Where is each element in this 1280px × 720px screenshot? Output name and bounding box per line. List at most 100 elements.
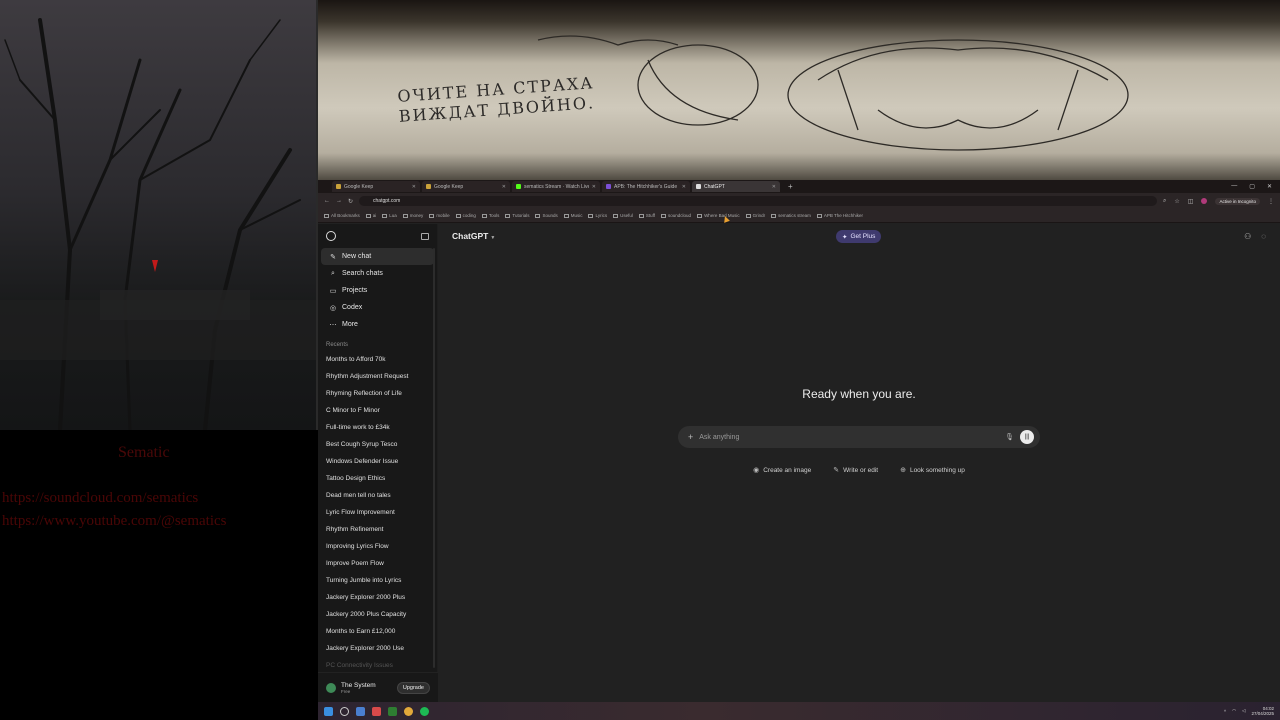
tab-google-keep-2[interactable]: Google Keep ✕ <box>422 181 510 192</box>
sidebar-scrollbar[interactable] <box>433 248 435 668</box>
sidebar-item-label: Search chats <box>342 270 383 277</box>
maximize-icon[interactable]: ▢ <box>1249 183 1255 190</box>
list-item[interactable]: Best Cough Syrup Tesco <box>318 436 437 453</box>
bookmark-item[interactable]: mobile <box>429 213 450 218</box>
extensions-icon[interactable]: ◫ <box>1188 198 1194 205</box>
bookmark-item[interactable]: Tools <box>481 213 499 218</box>
back-icon[interactable]: ← <box>324 198 330 204</box>
menu-icon[interactable]: ⋮ <box>1268 198 1274 205</box>
get-plus-button[interactable]: ✦ Get Plus <box>836 230 882 243</box>
list-item[interactable]: Full-time work to £34k <box>318 419 437 436</box>
bookmark-item[interactable]: Where Bad Music <box>697 213 740 218</box>
sidebar-item-new-chat[interactable]: ✎ New chat <box>321 248 434 265</box>
reload-icon[interactable]: ↻ <box>348 198 353 205</box>
microphone-icon[interactable]: 🎙 <box>1005 433 1014 441</box>
bookmark-item[interactable]: Lyrics <box>588 213 607 218</box>
tab-chatgpt[interactable]: ChatGPT ✕ <box>692 181 780 192</box>
tab-stream[interactable]: sematics Stream · Watch Live ✕ <box>512 181 600 192</box>
list-item[interactable]: Dead men tell no tales <box>318 487 437 504</box>
openai-logo-icon[interactable] <box>326 231 336 241</box>
bookmark-item[interactable]: Useful <box>613 213 633 218</box>
list-item[interactable]: Months to Earn £12,000 <box>318 623 437 640</box>
list-item[interactable]: Jackery Explorer 2000 Plus <box>318 589 437 606</box>
spotify-icon[interactable] <box>420 706 429 716</box>
suggestion-chip[interactable]: ◉ Create an image <box>749 464 815 476</box>
suggestion-chip[interactable]: ✎ Write or edit <box>829 464 882 476</box>
bookmark-item[interactable]: Music <box>563 213 582 218</box>
bookmark-item[interactable]: ai <box>365 213 376 218</box>
profile-status-pill[interactable]: Active in Incognito <box>1215 197 1260 205</box>
bookmark-item[interactable]: money <box>402 213 423 218</box>
webcam-feed <box>0 0 318 430</box>
network-icon[interactable]: ◠ <box>1232 708 1236 714</box>
list-item[interactable]: C Minor to F Minor <box>318 402 437 419</box>
bookmark-item[interactable]: Grindr <box>745 213 765 218</box>
tray-arrow-icon[interactable]: ^ <box>1224 709 1226 714</box>
close-icon[interactable]: ✕ <box>502 184 506 190</box>
folder-icon <box>481 213 487 218</box>
model-selector[interactable]: ChatGPT ▼ <box>452 231 495 241</box>
close-icon[interactable]: ✕ <box>772 184 776 190</box>
bookmark-item[interactable]: Sounds <box>535 213 558 218</box>
url-field[interactable]: chatgpt.com <box>359 196 1158 206</box>
bookmark-item[interactable]: Lua <box>382 213 397 218</box>
bookmark-item[interactable]: sematics stream <box>771 213 811 218</box>
bookmark-star-icon[interactable]: ☆ <box>1174 198 1179 205</box>
clock[interactable]: 04:02 27/04/2025 <box>1251 706 1274 716</box>
tab-google-keep-1[interactable]: Google Keep ✕ <box>332 181 420 192</box>
sidebar-item-projects[interactable]: ▭ Projects <box>321 282 434 299</box>
upgrade-button[interactable]: Upgrade <box>396 681 430 694</box>
chrome-icon[interactable] <box>404 706 413 716</box>
bookmark-item[interactable]: All Bookmarks <box>324 213 360 218</box>
composer[interactable]: + Ask anything 🎙 ||| <box>678 426 1040 448</box>
task-view-icon[interactable] <box>356 706 365 716</box>
sidebar-item-search-chats[interactable]: ⌕ Search chats <box>321 265 434 282</box>
close-window-icon[interactable]: ✕ <box>1267 183 1272 190</box>
list-item[interactable]: Lyric Flow Improvement <box>318 504 437 521</box>
close-icon[interactable]: ✕ <box>412 184 416 190</box>
list-item[interactable]: Turning Jumble into Lyrics <box>318 572 437 589</box>
close-icon[interactable]: ✕ <box>592 184 596 190</box>
sidebar-toggle-icon[interactable] <box>421 232 429 240</box>
search-icon[interactable] <box>340 706 349 716</box>
minimize-icon[interactable]: — <box>1231 183 1237 190</box>
taskbar-apps <box>324 706 429 716</box>
bookmark-item[interactable]: Tutorials <box>505 213 529 218</box>
suggestion-chip[interactable]: ⊕ Look something up <box>896 464 969 476</box>
new-tab-button[interactable]: + <box>788 182 793 191</box>
profile-avatar[interactable] <box>1201 198 1208 204</box>
voice-mode-button[interactable]: ||| <box>1020 430 1034 444</box>
app-icon[interactable] <box>388 706 397 716</box>
app-icon[interactable] <box>372 706 381 716</box>
share-person-icon[interactable]: ⚇ <box>1244 232 1251 241</box>
prompt-input[interactable]: Ask anything <box>699 434 999 441</box>
list-item[interactable]: Rhyming Reflection of Life <box>318 385 437 402</box>
sidebar-item-more[interactable]: ⋯ More <box>321 316 434 333</box>
bookmark-item[interactable]: Stuff <box>638 213 655 218</box>
close-icon[interactable]: ✕ <box>682 184 686 190</box>
list-item[interactable]: Windows Defender Issue <box>318 453 437 470</box>
forward-icon[interactable]: → <box>336 198 342 204</box>
folder-icon <box>505 213 511 218</box>
temporary-chat-icon[interactable]: ◌ <box>1261 232 1266 241</box>
zoom-icon[interactable]: ⌕ <box>1163 198 1166 205</box>
bookmark-item[interactable]: soundcloud <box>661 213 691 218</box>
list-item[interactable]: Improving Lyrics Flow <box>318 538 437 555</box>
bookmark-item[interactable]: APB The Hitchhiker <box>816 213 863 218</box>
add-attachment-icon[interactable]: + <box>688 432 693 442</box>
user-menu[interactable]: The System Free Upgrade <box>318 672 438 702</box>
list-item[interactable]: Rhythm Adjustment Request <box>318 368 437 385</box>
sidebar-item-codex[interactable]: ◎ Codex <box>321 299 434 316</box>
bookmark-item[interactable]: coding <box>455 213 476 218</box>
volume-icon[interactable]: ◁ <box>1242 708 1245 714</box>
recents-list: Months to Afford 70k Rhythm Adjustment Re… <box>318 351 437 674</box>
list-item[interactable]: Jackery 2000 Plus Capacity <box>318 606 437 623</box>
tab-apb[interactable]: APB: The Hitchhiker's Guide ✕ <box>602 181 690 192</box>
list-item[interactable]: Tattoo Design Ethics <box>318 470 437 487</box>
list-item[interactable]: Rhythm Refinement <box>318 521 437 538</box>
folder-icon <box>697 213 703 218</box>
start-icon[interactable] <box>324 706 333 716</box>
list-item[interactable]: Jackery Explorer 2000 Use <box>318 640 437 657</box>
list-item[interactable]: Improve Poem Flow <box>318 555 437 572</box>
list-item[interactable]: Months to Afford 70k <box>318 351 437 368</box>
